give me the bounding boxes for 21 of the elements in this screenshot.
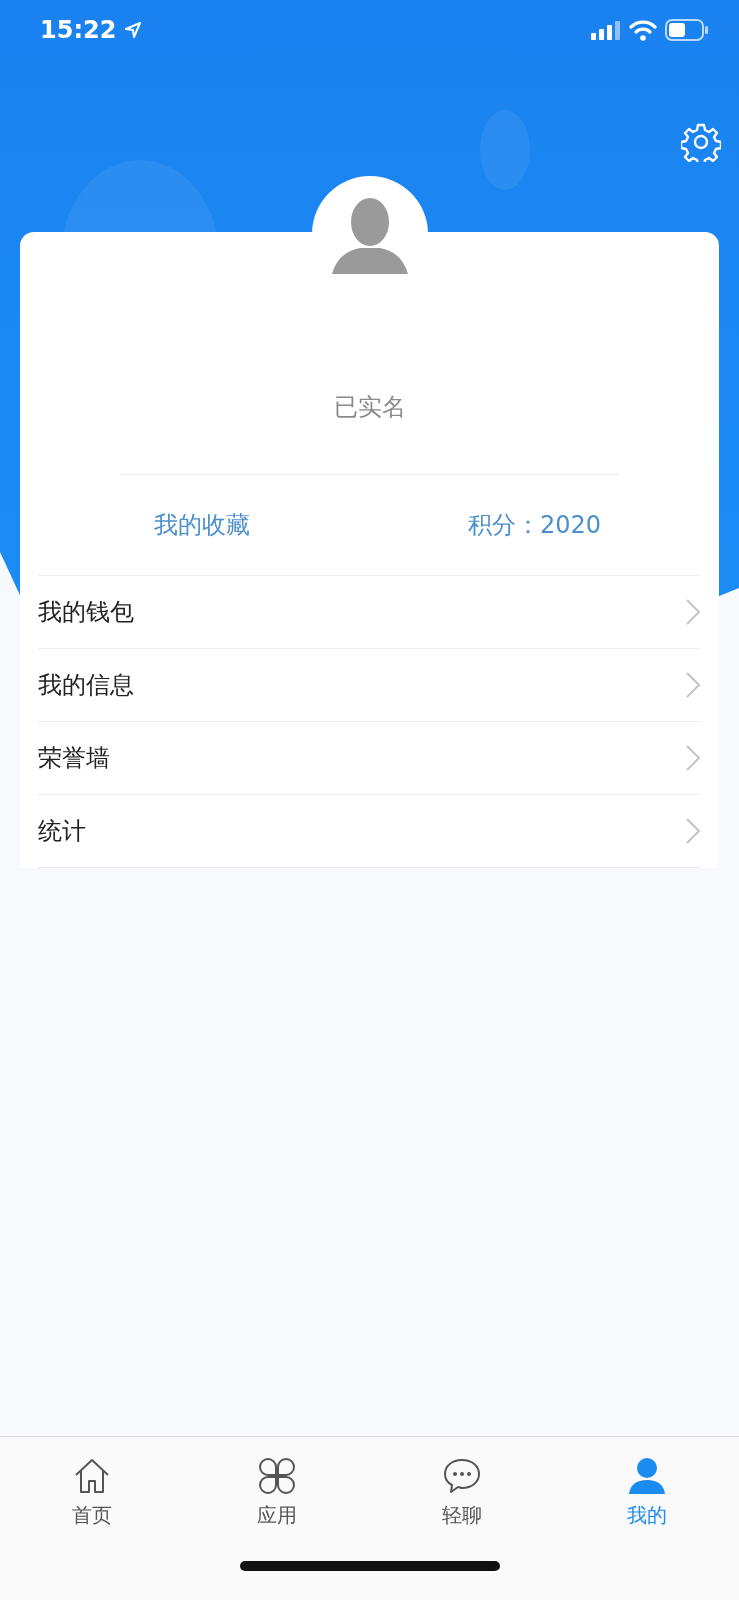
tab[interactable]: 应用 <box>184 1437 370 1547</box>
chevron-icon <box>685 598 701 626</box>
person-icon <box>626 1455 667 1496</box>
wifi-icon <box>629 19 657 41</box>
menu-item[interactable]: 我的信息 <box>38 649 701 722</box>
signal-icon <box>591 20 621 40</box>
location-icon <box>124 21 143 39</box>
tab[interactable]: 首页 <box>0 1437 185 1547</box>
menu-item[interactable]: 我的钱包 <box>38 576 701 649</box>
chevron-icon <box>685 671 701 699</box>
favorites-link[interactable]: 我的收藏 <box>154 509 250 541</box>
menu-item[interactable]: 统计 <box>38 795 701 868</box>
settings-icon[interactable] <box>681 122 721 162</box>
battery-icon <box>665 19 709 41</box>
apps-icon <box>257 1455 298 1496</box>
menu-item[interactable]: 荣誉墙 <box>38 722 701 795</box>
tab[interactable]: 轻聊 <box>369 1437 555 1547</box>
status-time: 15:22 <box>40 16 117 44</box>
chevron-icon <box>685 744 701 772</box>
chevron-icon <box>685 817 701 845</box>
verification-status: 已实名 <box>332 392 407 423</box>
